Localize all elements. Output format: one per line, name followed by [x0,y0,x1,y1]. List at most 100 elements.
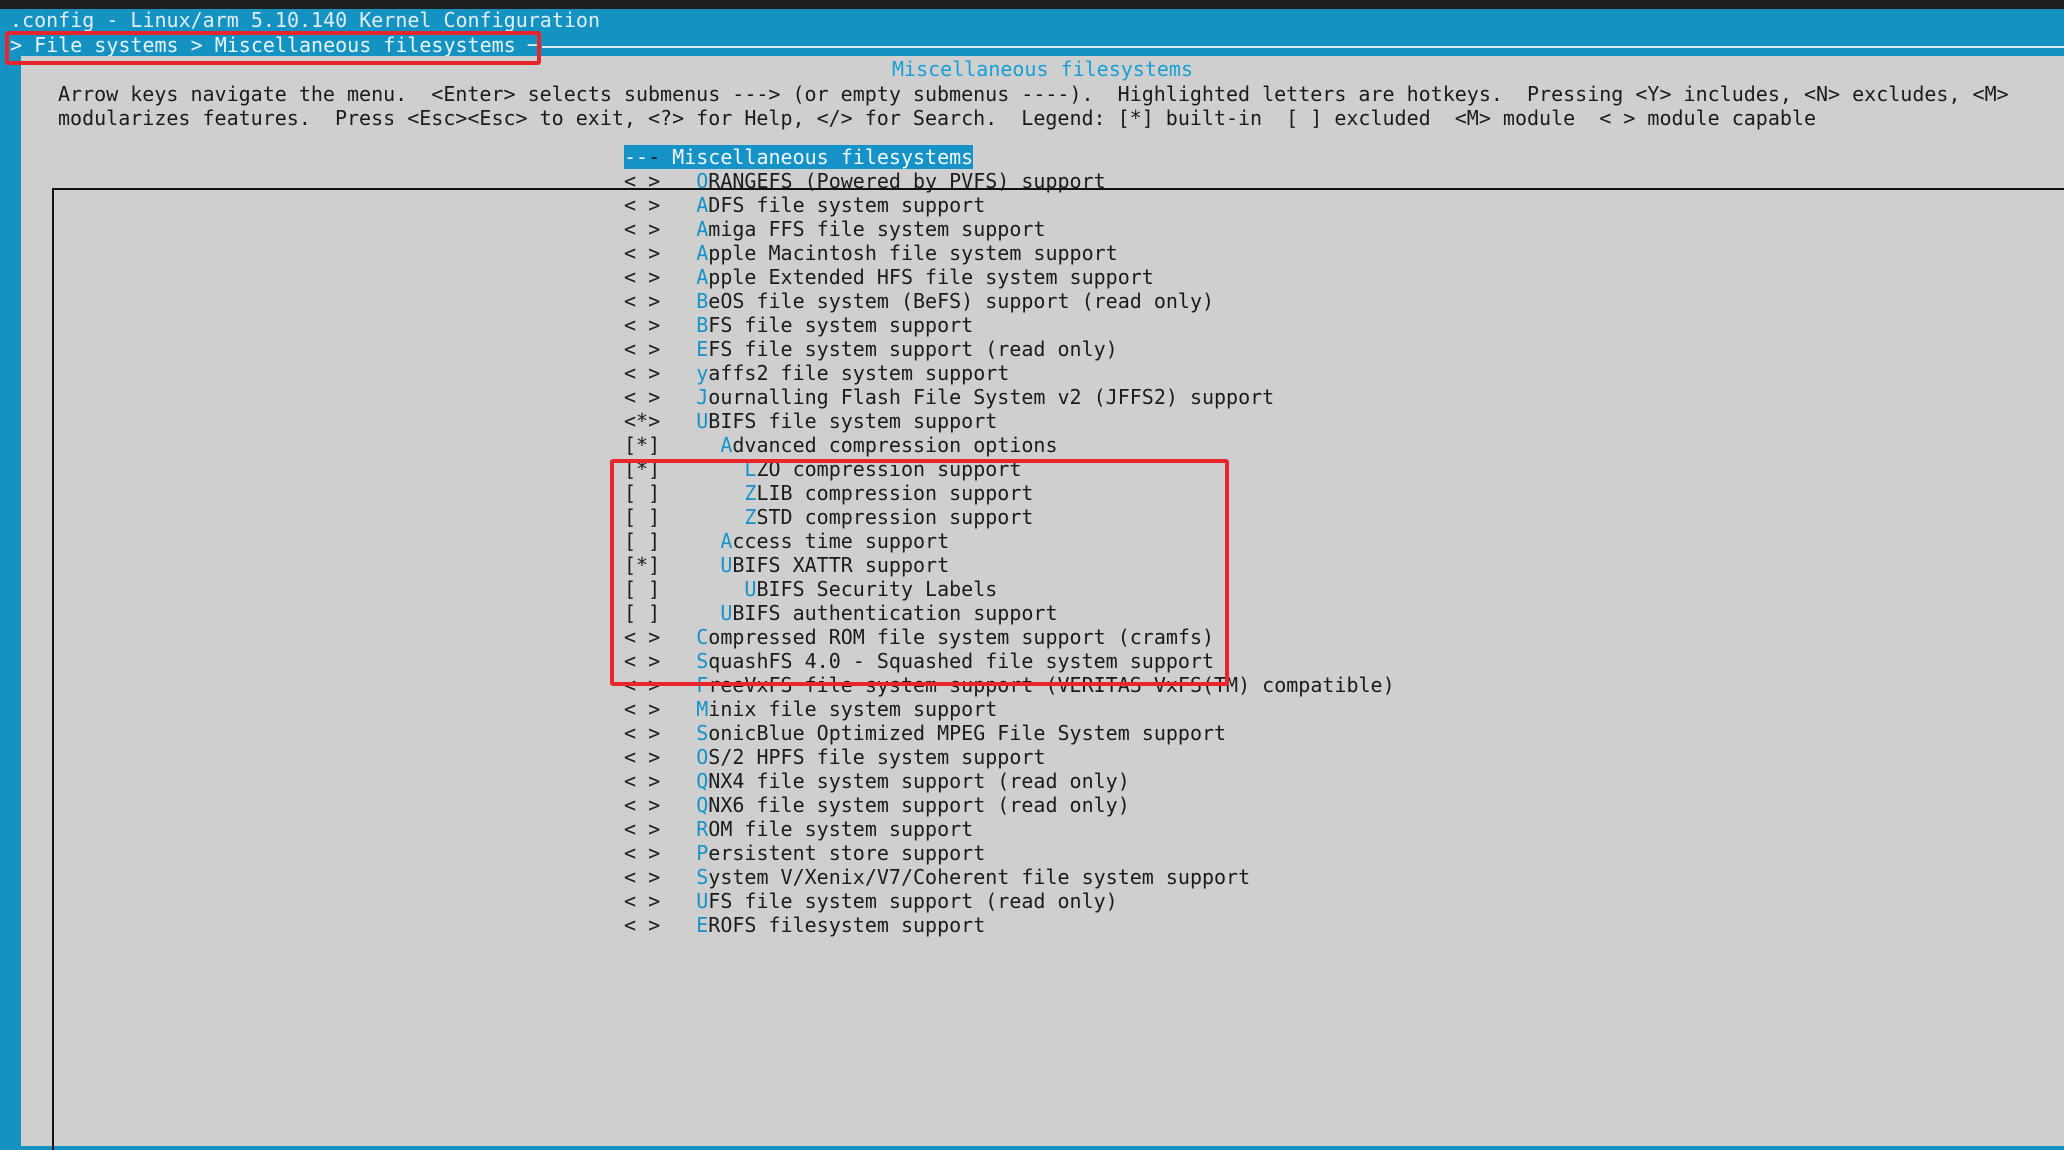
menu-item-state: < > [624,385,661,409]
menu-item-hotkey: M [696,697,709,721]
menu-item-hotkey: U [696,889,709,913]
menu-item-state: < > [624,913,661,937]
menu-item-label: NX4 file system support (read only) [708,769,1130,793]
menu-item[interactable]: [ ] U BIFS Security Labels [624,577,1395,601]
menu-item-label: LIB compression support [756,481,1034,505]
menu-item-indent [660,361,696,385]
menu-item-indent [660,457,744,481]
menu-item-indent [660,265,696,289]
menu-item[interactable]: < > U FS file system support (read only) [624,889,1395,913]
menu-item-selected[interactable]: -- - Miscellaneous filesystems [624,145,1395,169]
menu-item-label: FS file system support [708,313,974,337]
menu-item[interactable]: [ ] Z STD compression support [624,505,1395,529]
menu-item[interactable]: [ ] Access time support [624,529,1395,553]
menu-item-state: < > [624,745,661,769]
menu-item-label: quashFS 4.0 - Squashed file system suppo… [708,649,1215,673]
menu-item-hotkey: R [696,817,709,841]
menu-item-indent [660,649,696,673]
menu-item-hotkey: A [720,433,733,457]
menu-item-indent [660,433,720,457]
menu-item-indent [660,529,720,553]
menu-item-state: [*] [624,457,661,481]
menu-item-hotkey: O [696,169,709,193]
menu-item-hotkey: F [696,673,709,697]
breadcrumb-rule [542,46,2064,48]
menu-item-state: <*> [624,409,661,433]
menu-item-hotkey: - [648,145,661,169]
menu-item[interactable]: < > Amiga FFS file system support [624,217,1395,241]
menu-list: -- - Miscellaneous filesystems < > O RANGEF… [624,145,1395,937]
menu-item-state: < > [624,217,661,241]
menu-item-indent [660,553,720,577]
menu-item[interactable]: < > Q NX4 file system support (read only) [624,769,1395,793]
menu-item-label: OM file system support [708,817,974,841]
menu-item-label: ompressed ROM file system support (cramf… [708,625,1215,649]
menu-item-state: [ ] [624,481,661,505]
menu-item-state: < > [624,841,661,865]
menu-item[interactable]: < > System V/Xenix/V7/Coherent file syst… [624,865,1395,889]
menu-item[interactable]: < > Minix file system support [624,697,1395,721]
menu-item-state: [*] [624,553,661,577]
window-title: .config - Linux/arm 5.10.140 Kernel Conf… [10,8,601,32]
menu-item[interactable]: <*> U BIFS file system support [624,409,1395,433]
menu-item-hotkey: A [696,241,709,265]
menu-item-indent [660,793,696,817]
menu-item-indent [660,193,696,217]
menu-item[interactable]: < > BeOS file system (BeFS) support (rea… [624,289,1395,313]
menu-item-hotkey: y [696,361,709,385]
menu-item[interactable]: < > R OM file system support [624,817,1395,841]
menu-item[interactable]: < > O S/2 HPFS file system support [624,745,1395,769]
menu-item[interactable]: < > Apple Macintosh file system support [624,241,1395,265]
menu-item-hotkey: C [696,625,709,649]
menu-item-state: < > [624,241,661,265]
menu-item-state: < > [624,337,661,361]
menu-item-hotkey: U [720,601,733,625]
menu-item-indent [660,841,696,865]
menu-item-state: < > [624,673,661,697]
menu-item[interactable]: < > B FS file system support [624,313,1395,337]
menu-item-label: dvanced compression options [732,433,1058,457]
menu-item-label: affs2 file system support [708,361,1010,385]
menu-item[interactable]: < > E ROFS filesystem support [624,913,1395,937]
menu-item[interactable]: < > Compressed ROM file system support (… [624,625,1395,649]
menu-item-hotkey: A [720,529,733,553]
menu-item-hotkey: U [696,409,709,433]
menu-item[interactable]: < > y affs2 file system support [624,361,1395,385]
menu-item[interactable]: < > SonicBlue Optimized MPEG File System… [624,721,1395,745]
menu-item[interactable]: < > FreeVxFS file system support (VERITA… [624,673,1395,697]
menu-item-hotkey: E [696,913,709,937]
menu-item-label: pple Macintosh file system support [708,241,1118,265]
menu-item-hotkey: S [696,865,709,889]
menu-item[interactable]: < > SquashFS 4.0 - Squashed file system … [624,649,1395,673]
menu-item-state: < > [624,817,661,841]
menu-item-label: BIFS authentication support [732,601,1058,625]
menu-item-label: STD compression support [756,505,1034,529]
menu-item-hotkey: U [744,577,757,601]
menu-item-state: < > [624,361,661,385]
menu-item-indent [660,577,744,601]
menu-item-indent [660,673,696,697]
menu-item-hotkey: Z [744,481,757,505]
menu-item-indent [660,241,696,265]
menu-item[interactable]: [ ] U BIFS authentication support [624,601,1395,625]
menu-item-indent [660,625,696,649]
menu-item[interactable]: < > Q NX6 file system support (read only) [624,793,1395,817]
menu-item-indent [660,601,720,625]
menu-item[interactable]: < > Journalling Flash File System v2 (JF… [624,385,1395,409]
menu-item-indent [660,289,696,313]
menu-item[interactable]: < > Persistent store support [624,841,1395,865]
menu-item[interactable]: [*] Advanced compression options [624,433,1395,457]
menu-item-label: ournalling Flash File System v2 (JFFS2) … [708,385,1275,409]
menu-item[interactable]: [*] U BIFS XATTR support [624,553,1395,577]
menu-item[interactable]: [ ] Z LIB compression support [624,481,1395,505]
menu-item[interactable]: < > O RANGEFS (Powered by PVFS) support [624,169,1395,193]
menu-item[interactable]: < > A DFS file system support [624,193,1395,217]
menu-item[interactable]: [*] L ZO compression support [624,457,1395,481]
menu-item[interactable]: < > E FS file system support (read only) [624,337,1395,361]
menu-item[interactable]: < > Apple Extended HFS file system suppo… [624,265,1395,289]
menu-item-state: [ ] [624,529,661,553]
menu-item-label: FS file system support (read only) [708,889,1118,913]
menu-item-hotkey: A [696,217,709,241]
menu-item-label: ZO compression support [756,457,1022,481]
menu-item-state: < > [624,625,661,649]
